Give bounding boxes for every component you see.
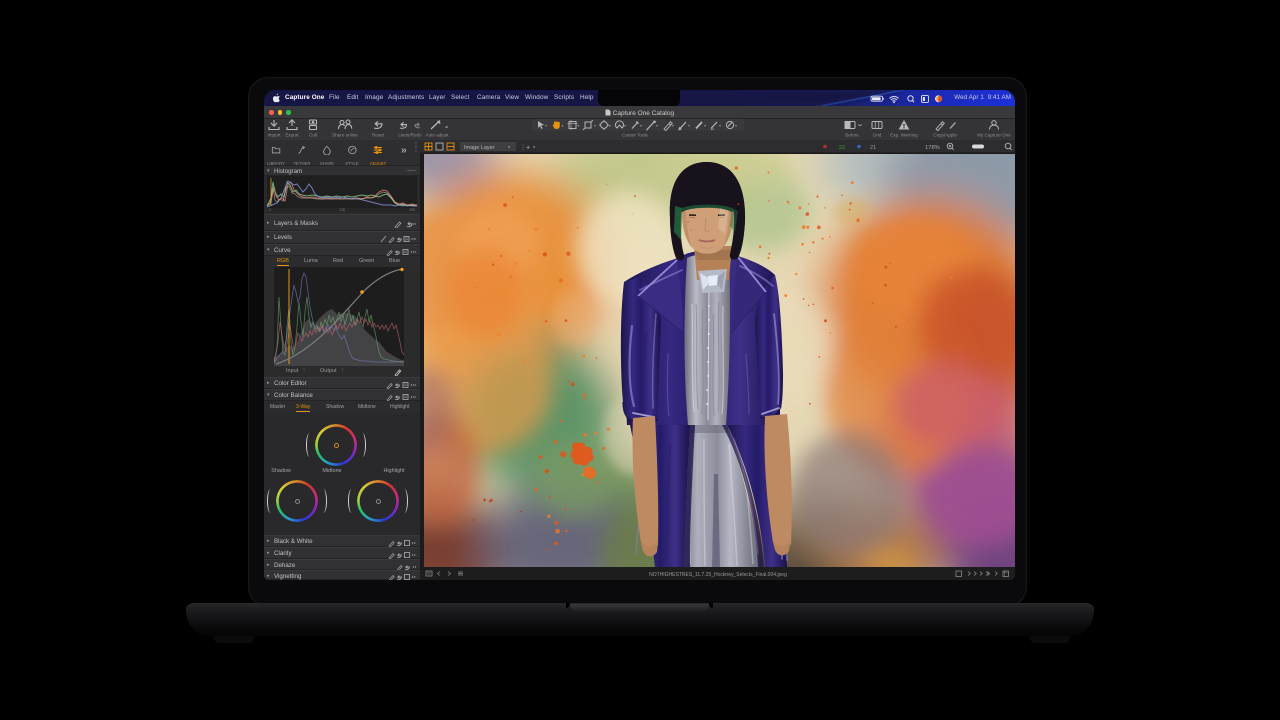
svg-text:My Capture One: My Capture One bbox=[977, 133, 1011, 138]
svg-text:Image Layer: Image Layer bbox=[464, 145, 495, 151]
svg-text:▾: ▾ bbox=[594, 123, 596, 128]
svg-text:+: + bbox=[526, 145, 530, 152]
svg-text:▾: ▾ bbox=[578, 123, 580, 128]
svg-text:Export: Export bbox=[285, 133, 299, 138]
svg-text:22: 22 bbox=[839, 145, 845, 151]
svg-text:▾: ▾ bbox=[562, 123, 564, 128]
svg-text:Exp. Warning: Exp. Warning bbox=[890, 133, 918, 138]
svg-text:▾: ▾ bbox=[672, 123, 674, 128]
svg-text:Cursor Tools: Cursor Tools bbox=[622, 133, 648, 138]
svg-text:▾: ▾ bbox=[609, 123, 611, 128]
svg-text:Before: Before bbox=[845, 133, 859, 138]
svg-text:▾: ▾ bbox=[688, 123, 690, 128]
svg-text:▾: ▾ bbox=[719, 123, 721, 128]
svg-text:▾: ▾ bbox=[704, 123, 706, 128]
svg-text:Import: Import bbox=[267, 133, 281, 138]
svg-text:▾: ▾ bbox=[624, 123, 626, 128]
svg-text:▾: ▾ bbox=[735, 123, 737, 128]
svg-text:Auto adjust: Auto adjust bbox=[426, 133, 450, 138]
svg-text:Undo/Redo: Undo/Redo bbox=[398, 133, 422, 138]
svg-text:Grid: Grid bbox=[873, 133, 882, 138]
svg-text:21: 21 bbox=[870, 145, 876, 151]
svg-text:Reset: Reset bbox=[372, 133, 385, 138]
svg-text:▾: ▾ bbox=[533, 145, 536, 150]
svg-text:Copy/Apply: Copy/Apply bbox=[933, 133, 957, 138]
svg-text:Cull: Cull bbox=[309, 133, 317, 138]
svg-text:▾: ▾ bbox=[656, 123, 658, 128]
svg-text:▾: ▾ bbox=[545, 123, 547, 128]
svg-text:178%: 178% bbox=[925, 145, 940, 151]
svg-text:Share online: Share online bbox=[332, 133, 358, 138]
svg-text:NOTHIGHESTRES_11.7.25_Hockney_: NOTHIGHESTRES_11.7.25_Hockney_Selects_Fi… bbox=[649, 572, 787, 578]
svg-text:▾: ▾ bbox=[640, 123, 642, 128]
